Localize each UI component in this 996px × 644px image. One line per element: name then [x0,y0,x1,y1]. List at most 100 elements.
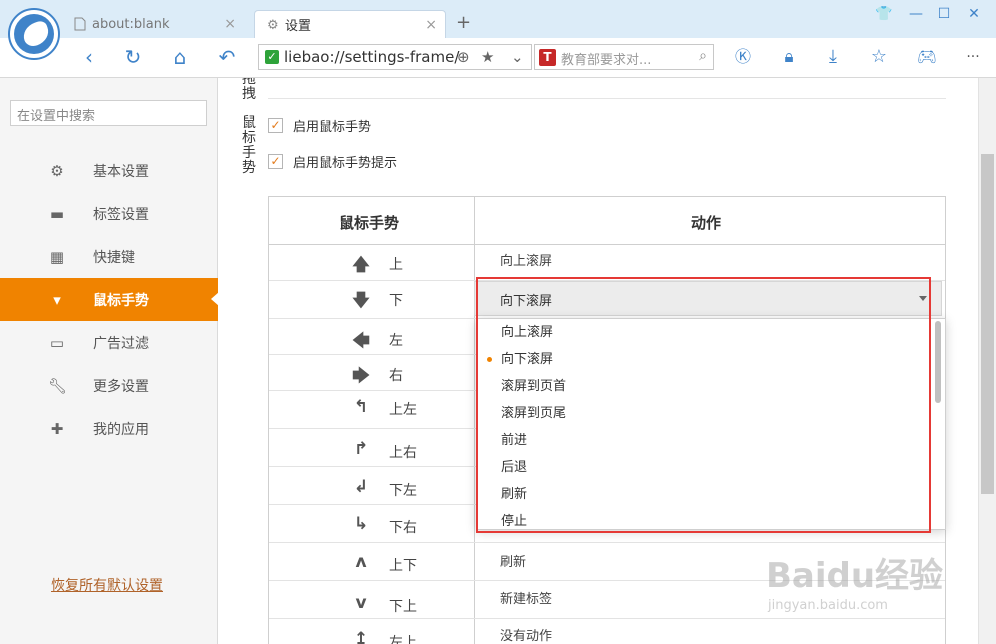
arrow-right-icon: 🡆 [352,366,370,386]
close-window-icon[interactable]: ✕ [964,6,984,24]
address-bar[interactable]: ✓ liebao://settings-frame/ ⊕ ★ ⌄ [258,44,532,70]
option-label: 停止 [501,514,528,529]
option-label: 滚屏到页尾 [501,406,567,421]
lock-icon[interactable]: 🔒︎ [776,44,802,70]
drag-section-label: 拖 拽 [242,78,256,102]
sidebar-item-shortcuts[interactable]: ▦ 快捷键 [0,235,218,278]
gesture-name: 右 [389,368,403,384]
search-box[interactable]: T 教育部要求对... ⌕ [534,44,714,70]
home-icon[interactable]: ⌂ [167,44,193,70]
dropdown-option[interactable]: 前进 [477,427,933,454]
enable-hint-checkbox[interactable]: ✓ [268,154,283,169]
gesture-name: 上左 [389,402,417,418]
search-placeholder[interactable]: 教育部要求对... [561,49,681,68]
sidebar-item-more[interactable]: 🔧︎ 更多设置 [0,364,218,407]
browser-logo-icon[interactable] [8,8,60,60]
watermark-url: jingyan.baidu.com [768,598,888,613]
tab-about-blank[interactable]: about:blank × [62,10,244,38]
minimize-icon[interactable]: — [906,6,926,24]
favorite-star-icon[interactable]: ★ [481,48,494,66]
sidebar-item-ad-filter[interactable]: ▭ 广告过滤 [0,321,218,364]
sidebar-item-label: 快捷键 [93,249,135,266]
dropdown-option[interactable]: 后退 [477,454,933,481]
gesture-action[interactable]: 刷新 [500,551,526,570]
download-icon[interactable]: ⤓ [820,44,846,70]
enable-gesture-checkbox[interactable]: ✓ [268,118,283,133]
sidebar-item-label: 我的应用 [93,421,149,438]
action-select-value: 向下滚屏 [500,294,553,309]
arrow-up-left-icon: ↰ [353,397,369,417]
compat-mode-icon[interactable]: ⊕ [457,48,470,66]
arrow-down-icon: 🡇 [352,291,370,311]
dropdown-option[interactable]: 滚屏到页尾 [477,400,933,427]
puzzle-icon: ✚ [50,419,64,438]
settings-sidebar: 在设置中搜索 ⚙ 基本设置 ▬ 标签设置 ▦ 快捷键 ▾ 鼠标手势 ▭ 广告过滤… [0,78,219,644]
dropdown-option-selected[interactable]: 向下滚屏 [477,346,933,373]
table-header: 鼠标手势 动作 [269,197,945,245]
gesture-action[interactable]: 向上滚屏 [500,250,552,269]
close-icon[interactable]: × [224,16,236,32]
table-row[interactable]: 🡅 上 向上滚屏 [269,245,945,281]
chevron-down-icon[interactable]: ⌄ [511,48,524,66]
navigation-bar: ‹ ↻ ⌂ ↶ ✓ liebao://settings-frame/ ⊕ ★ ⌄… [0,38,996,78]
gesture-name: 下右 [389,520,417,536]
skin-icon[interactable]: 👕 [874,6,894,24]
k-shield-icon[interactable]: Ⓚ [730,44,756,70]
undo-icon[interactable]: ↶ [214,44,240,70]
gear-icon: ⚙ [50,161,64,180]
enable-gesture-label: 启用鼠标手势 [293,120,372,135]
sidebar-item-apps[interactable]: ✚ 我的应用 [0,407,218,450]
settings-search-input[interactable]: 在设置中搜索 [10,100,207,126]
sidebar-item-basic[interactable]: ⚙ 基本设置 [0,149,218,192]
address-url[interactable]: liebao://settings-frame/ [284,48,459,66]
dropdown-option[interactable]: 停止 [477,508,933,529]
gamepad-icon[interactable]: 🎮︎ [914,44,940,70]
new-tab-button[interactable]: + [456,12,471,33]
sidebar-item-tabs[interactable]: ▬ 标签设置 [0,192,218,235]
option-label: 向下滚屏 [501,352,554,367]
column-header-action: 动作 [691,214,722,232]
arrow-up-right-icon: ↱ [353,439,369,459]
window-icon: ▭ [49,333,65,352]
selected-dot-icon [487,357,492,362]
restore-defaults-link[interactable]: 恢复所有默认设置 [51,575,163,595]
sidebar-item-label: 更多设置 [93,378,149,395]
dropdown-option[interactable]: 滚屏到页首 [477,373,933,400]
back-icon[interactable]: ‹ [76,44,102,70]
page-icon [74,17,86,31]
gesture-up-down-icon: ʌ [355,552,367,572]
gesture-action[interactable]: 新建标签 [500,588,552,607]
tab-title: about:blank [92,16,170,32]
column-header-gesture: 鼠标手势 [339,214,400,232]
gesture-name: 下上 [389,599,417,615]
dropdown-option[interactable]: 刷新 [477,481,933,508]
dropdown-scrollbar[interactable] [935,321,941,403]
gesture-name: 上右 [389,445,417,461]
gesture-left-up-icon: ↥ [353,629,369,644]
gesture-name: 左上 [389,635,417,644]
tab-title: 设置 [285,19,312,34]
scrollbar-thumb[interactable] [981,154,994,494]
dropdown-option[interactable]: 向上滚屏 [477,319,933,346]
sidebar-item-label: 鼠标手势 [93,292,149,309]
watermark: Baidu经验 jingyan.baidu.com [756,540,966,630]
maximize-icon[interactable]: ☐ [934,6,954,24]
action-select[interactable]: 向下滚屏 [474,281,942,316]
sidebar-item-mouse-gesture[interactable]: ▾ 鼠标手势 [0,278,219,321]
refresh-icon[interactable]: ↻ [120,44,146,70]
more-icon[interactable]: ··· [960,44,986,70]
enable-gesture-row[interactable]: ✓ 启用鼠标手势 [268,116,371,135]
mouse-icon: ▾ [53,290,61,309]
page-scrollbar[interactable] [978,78,996,644]
tab-settings[interactable]: ⚙ 设置 × [254,10,446,38]
gesture-name: 上下 [389,558,417,574]
gesture-action[interactable]: 没有动作 [500,625,552,644]
close-icon[interactable]: × [425,17,437,33]
enable-hint-row[interactable]: ✓ 启用鼠标手势提示 [268,152,397,171]
secure-check-icon: ✓ [265,50,279,64]
bookmark-star-icon[interactable]: ☆ [866,44,892,70]
search-icon[interactable]: ⌕ [699,48,707,64]
option-label: 前进 [501,433,528,448]
search-engine-icon[interactable]: T [539,49,556,66]
sidebar-item-label: 广告过滤 [93,335,149,352]
